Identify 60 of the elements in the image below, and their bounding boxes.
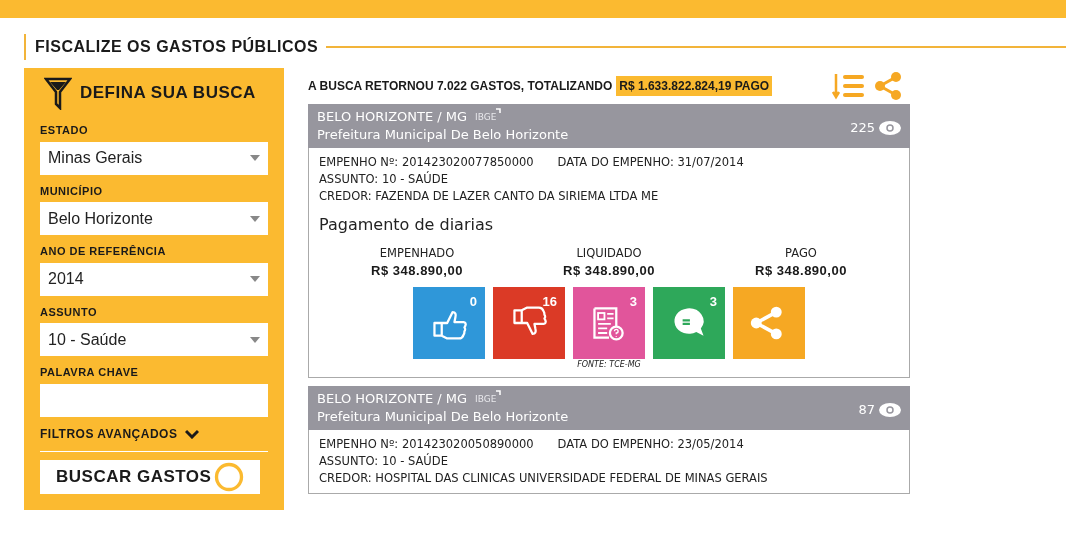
caret-icon xyxy=(250,276,260,282)
agency-name: Prefeitura Municipal De Belo Horizonte xyxy=(317,126,569,144)
dislike-tile[interactable]: 16 xyxy=(493,287,565,359)
creditor-text: CREDOR: HOSPITAL DAS CLINICAS UNIVERSIDADE FEDERAL DE MINAS GERAIS xyxy=(319,470,769,487)
caret-icon xyxy=(250,155,260,161)
results-total: R$ 1.633.822.824,19 PAGO xyxy=(616,76,773,96)
subject-text: ASSUNTO: 10 - SAÚDE xyxy=(319,453,449,470)
search-button[interactable]: BUSCAR GASTOS xyxy=(40,459,260,494)
field-label: ASSUNTO xyxy=(40,304,99,320)
amount-label: EMPENHADO xyxy=(378,245,456,262)
field-label: PALAVRA CHAVE xyxy=(40,365,140,380)
city-name: BELO HORIZONTE / MG xyxy=(317,390,468,408)
search-icon xyxy=(214,461,244,492)
eye-icon xyxy=(879,121,901,135)
share-icon[interactable] xyxy=(874,72,902,100)
select-field[interactable]: Belo Horizonte xyxy=(40,202,268,235)
amount-value: R$ 348.890,00 xyxy=(562,262,656,279)
caret-icon xyxy=(250,336,260,343)
action-count: 3 xyxy=(629,293,637,310)
sidebar-title: DEFINA SUA BUSCA xyxy=(80,82,256,105)
select-value: Belo Horizonte xyxy=(48,208,153,229)
select-value: 10 - Saúde xyxy=(48,329,127,350)
eye-icon xyxy=(879,403,901,417)
select-field[interactable]: Minas Gerais xyxy=(40,141,268,175)
filter-icon xyxy=(44,76,72,110)
results-summary: A BUSCA RETORNOU 7.022 GASTOS, TOTALIZANDO xyxy=(308,78,613,95)
empenho-date: DATA DO EMPENHO: 31/07/2014 xyxy=(557,154,744,171)
empenho-date: DATA DO EMPENHO: 23/05/2014 xyxy=(557,436,744,453)
select-field[interactable]: 2014 xyxy=(40,262,268,296)
action-count: 0 xyxy=(469,293,477,310)
select-value: 2014 xyxy=(48,269,84,289)
creditor-text: CREDOR: FAZENDA DE LAZER CANTO DA SIRIEMA LTDA ME xyxy=(319,188,660,205)
select-value: Minas Gerais xyxy=(48,148,143,168)
sort-list-icon[interactable] xyxy=(832,72,866,100)
field-label: ANO DE REFERÊNCIA xyxy=(40,244,167,259)
source-text: FONTE: TCE-MG xyxy=(576,359,642,371)
view-count: 225 xyxy=(850,119,875,137)
share-tile[interactable] xyxy=(733,287,805,359)
page-title: FISCALIZE OS GASTOS PÚBLICOS xyxy=(24,34,319,60)
amount-value: R$ 348.890,00 xyxy=(370,262,464,279)
field-label: MUNICÍPIO xyxy=(40,183,104,199)
expense-description: Pagamento de diarias xyxy=(319,214,495,236)
text-field[interactable] xyxy=(40,383,268,417)
empenho-number: EMPENHO Nº: 201423020077850000 xyxy=(319,154,534,171)
amount-value: R$ 348.890,00 xyxy=(754,262,848,279)
caret-icon xyxy=(250,215,260,222)
city-name: BELO HORIZONTE / MG xyxy=(317,108,468,126)
agency-name: Prefeitura Municipal De Belo Horizonte xyxy=(317,408,569,426)
field-label: ESTADO xyxy=(40,123,90,138)
action-count: 16 xyxy=(542,293,557,310)
action-count: 3 xyxy=(709,293,717,310)
report-tile[interactable]: 3 xyxy=(573,287,645,359)
amount-label: LIQUIDADO xyxy=(575,245,643,262)
amount-label: PAGO xyxy=(784,245,818,262)
empenho-number: EMPENHO Nº: 201423020050890000 xyxy=(319,436,534,453)
select-field[interactable]: 10 - Saúde xyxy=(40,323,268,356)
advanced-filters-link[interactable]: FILTROS AVANÇADOS xyxy=(40,424,178,443)
view-count: 87 xyxy=(858,401,875,419)
subject-text: ASSUNTO: 10 - SAÚDE xyxy=(319,171,449,188)
chevron-down-icon xyxy=(185,428,200,439)
